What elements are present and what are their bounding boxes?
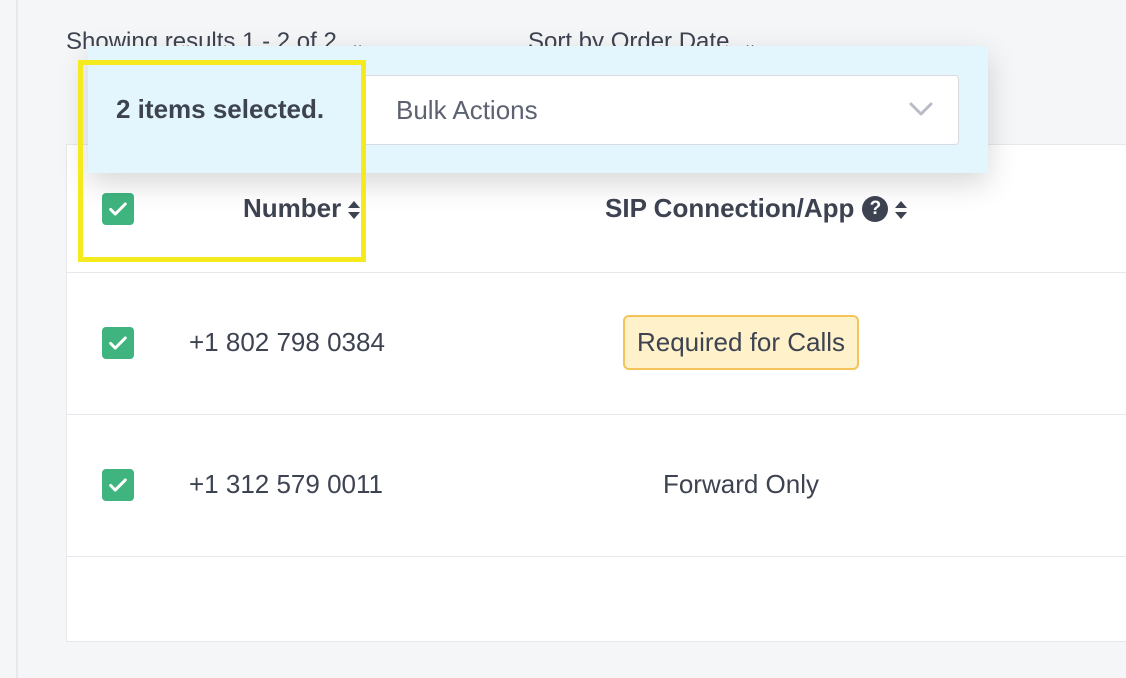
sip-connection-cell: Required for Calls <box>619 315 863 370</box>
check-icon <box>109 202 127 216</box>
sip-connection-value: Forward Only <box>662 469 820 499</box>
bulk-actions-placeholder: Bulk Actions <box>396 95 538 125</box>
page: Showing results 1 - 2 of 2 ⌄ Sort by Orde… <box>0 0 1126 678</box>
column-header-label: Number <box>243 193 342 223</box>
selected-count-label: 2 items selected. <box>116 94 325 124</box>
column-header-label: SIP Connection/App <box>605 193 855 223</box>
column-header-sip-connection[interactable]: SIP Connection/App? <box>605 193 908 224</box>
check-icon <box>109 478 127 492</box>
row-checkbox[interactable] <box>102 469 134 501</box>
phone-number[interactable]: +1 312 579 0011 <box>189 469 383 500</box>
bulk-actions-select[interactable]: Bulk Actions <box>361 75 959 145</box>
chevron-down-icon <box>909 102 933 116</box>
left-divider <box>16 0 18 678</box>
sort-icon <box>895 201 908 220</box>
bulk-actions-bar: 2 items selected. Bulk Actions <box>88 46 988 173</box>
table-row[interactable]: +1 802 798 0384 Required for Calls <box>67 272 1126 415</box>
numbers-table: Number SIP Connection/App? +1 802 798 03… <box>66 144 1126 642</box>
question-circle-icon[interactable]: ? <box>862 196 889 222</box>
row-checkbox[interactable] <box>102 327 134 359</box>
select-all-checkbox[interactable] <box>102 193 134 225</box>
check-icon <box>109 336 127 350</box>
sort-icon <box>348 201 361 220</box>
table-row[interactable]: +1 312 579 0011 Forward Only <box>67 414 1126 557</box>
phone-number[interactable]: +1 802 798 0384 <box>189 327 385 358</box>
column-header-number[interactable]: Number <box>243 193 361 224</box>
required-for-calls-badge[interactable]: Required for Calls <box>622 315 860 370</box>
